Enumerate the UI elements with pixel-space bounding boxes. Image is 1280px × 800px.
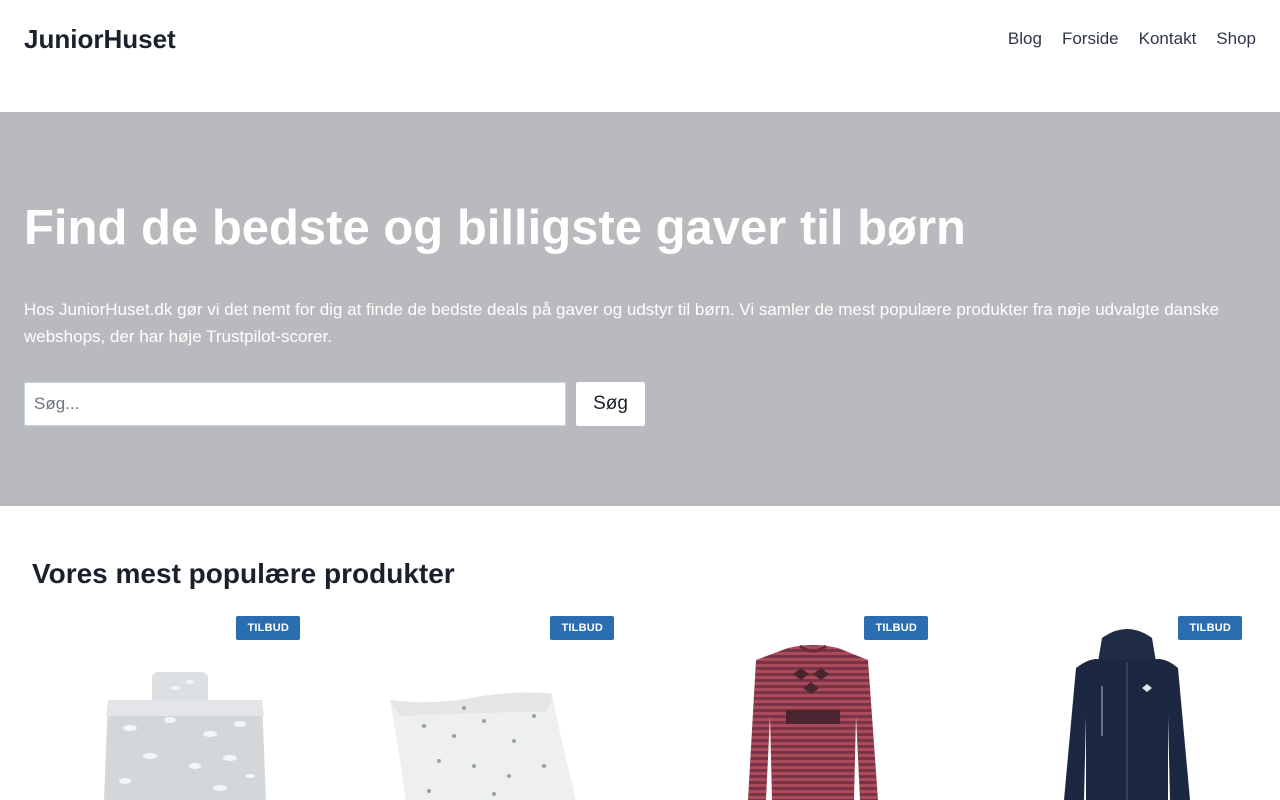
products-section-title: Vores mest populære produkter [32, 558, 455, 589]
hero-section: Find de bedste og billigste gaver til bø… [0, 112, 1280, 506]
product-card[interactable]: TILBUD [0, 616, 300, 800]
search-input[interactable] [24, 382, 566, 426]
product-card[interactable]: TILBUD [942, 616, 1242, 800]
hero-description: Hos JuniorHuset.dk gør vi det nemt for d… [24, 300, 1220, 346]
hero-title: Find de bedste og billigste gaver til bø… [24, 201, 966, 255]
search-button[interactable]: Søg [576, 382, 645, 426]
sale-badge: TILBUD [236, 616, 300, 640]
product-card[interactable]: TILBUD [314, 616, 614, 800]
product-image-bedding[interactable] [0, 616, 300, 800]
product-image-navy-jacket[interactable] [942, 616, 1242, 800]
sale-badge: TILBUD [550, 616, 614, 640]
sale-badge: TILBUD [1178, 616, 1242, 640]
nav-link-shop[interactable]: Shop [1196, 28, 1256, 50]
nav-link-forside[interactable]: Forside [1042, 28, 1119, 50]
nav-link-blog[interactable]: Blog [988, 28, 1042, 50]
main-nav: Blog Forside Kontakt Shop [988, 28, 1256, 50]
product-card[interactable]: TILBUD [628, 616, 928, 800]
product-image-pillow[interactable] [314, 616, 614, 800]
nav-link-kontakt[interactable]: Kontakt [1119, 28, 1197, 50]
site-logo[interactable]: JuniorHuset [24, 24, 176, 54]
product-image-striped-shirt[interactable] [628, 616, 928, 800]
sale-badge: TILBUD [864, 616, 928, 640]
site-header: JuniorHuset Blog Forside Kontakt Shop [0, 0, 1280, 112]
